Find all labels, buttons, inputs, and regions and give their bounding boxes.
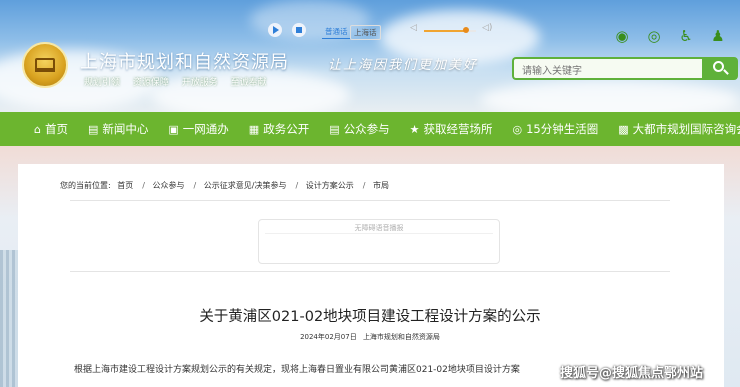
search-box [512,57,702,81]
play-button[interactable] [268,23,282,37]
service-icon: ▣ [168,122,179,136]
site-tagline: 规划引领 资源保障 开放服务 至诚奉献 [84,75,277,88]
article-body: 根据上海市建设工程设计方案规划公示的有关规定，现将上海春日置业有限公司黄浦区02… [74,365,520,375]
audio-player: 无障碍语音播报 [258,219,500,264]
site-logo[interactable] [22,42,68,88]
nav-item-business-premises[interactable]: ★ 获取经营场所 [410,121,493,137]
tagline-item: 资源保障 [132,78,169,88]
divider [70,200,670,201]
tagline-item: 至诚奉献 [230,78,267,88]
briefcase-icon: ▦ [248,122,260,136]
lang-mandarin-button[interactable]: 普通话 [322,25,351,39]
tagline-item: 规划引领 [84,78,121,88]
site-title[interactable]: 上海市规划和自然资源局 [80,48,289,74]
article-date: 2024年02月07日 [300,333,357,341]
nav-label: 大都市规划国际咨询会 [632,122,740,136]
site-header: 上海市规划和自然资源局 规划引领 资源保障 开放服务 至诚奉献 让上海因我们更加… [0,0,740,112]
breadcrumb-item[interactable]: 首页 [117,181,133,190]
nav-label: 公众参与 [343,122,390,136]
star-icon: ★ [409,122,420,136]
nav-label: 一网通办 [182,122,229,136]
weibo-icon[interactable]: ◎ [644,26,664,46]
nav-item-intl-consult[interactable]: ▩ 大都市规划国际咨询会 [618,121,740,137]
document-icon: ▤ [329,122,340,136]
article-title: 关于黄浦区021-02地块项目建设工程设计方案的公示 [199,309,541,325]
nav-label: 15分钟生活圈 [526,122,599,136]
nav-item-home[interactable]: ⌂ 首页 [34,121,68,137]
nav-item-gov-open[interactable]: ▦ 政务公开 [249,121,309,137]
nav-item-news[interactable]: ▤ 新闻中心 [88,121,148,137]
breadcrumb-item[interactable]: 公众参与 [153,181,185,190]
volume-fill [424,30,466,32]
watermark: 搜狐号@搜狐焦点鄂州站 [560,366,704,381]
volume-high-icon[interactable]: ◁) [482,23,492,33]
nav-label: 获取经营场所 [423,122,493,136]
stop-icon [296,27,302,33]
breadcrumb-item[interactable]: 设计方案公示 [306,181,354,190]
nav-label: 首页 [44,122,68,136]
breadcrumb-item[interactable]: 公示征求意见/决策参与 [204,181,287,190]
breadcrumb: 您的当前位置: 首页 / 公众参与 / 公示征求意见/决策参与 / 设计方案公示 / 市… [60,181,389,190]
breadcrumb-item[interactable]: 市局 [373,181,389,190]
play-icon [273,26,279,34]
gift-icon: ▩ [618,122,629,136]
slogan: 让上海因我们更加美好 [328,58,479,73]
content-card [18,164,724,387]
article-meta: 2024年02月07日 上海市规划和自然资源局 [0,332,740,342]
home-icon: ⌂ [34,122,41,136]
volume-handle[interactable] [462,27,469,33]
breadcrumb-prefix: 您的当前位置: [60,181,111,190]
divider [70,271,670,272]
player-title: 无障碍语音播报 [354,224,404,232]
tagline-item: 开放服务 [181,78,218,88]
accessibility-icon[interactable]: ♿ [676,26,696,46]
news-icon: ▤ [87,122,99,136]
nav-item-public[interactable]: ▤ 公众参与 [329,121,389,137]
search-input[interactable] [514,62,702,81]
user-icon[interactable]: ♟ [708,26,728,46]
nav-label: 新闻中心 [102,122,149,136]
nav-label: 政务公开 [263,122,310,136]
wechat-icon[interactable]: ◉ [612,26,632,46]
header-icon-bar: ◉ ◎ ♿ ♟ [612,26,728,46]
main-nav: ⌂ 首页 ▤ 新闻中心 ▣ 一网通办 ▦ 政务公开 ▤ 公众参与 ★ 获取经营场… [0,112,740,146]
volume-slider[interactable] [424,27,476,33]
nav-item-one-net[interactable]: ▣ 一网通办 [168,121,228,137]
volume-low-icon[interactable]: ◁ [410,23,417,33]
nav-item-15min-life[interactable]: ◎ 15分钟生活圈 [512,121,598,137]
article-source: 上海市规划和自然资源局 [362,333,440,341]
lang-shanghainese-button[interactable]: 上海话 [350,25,381,40]
search-button[interactable] [702,57,738,80]
stop-button[interactable] [292,23,306,37]
target-icon: ◎ [512,122,523,136]
